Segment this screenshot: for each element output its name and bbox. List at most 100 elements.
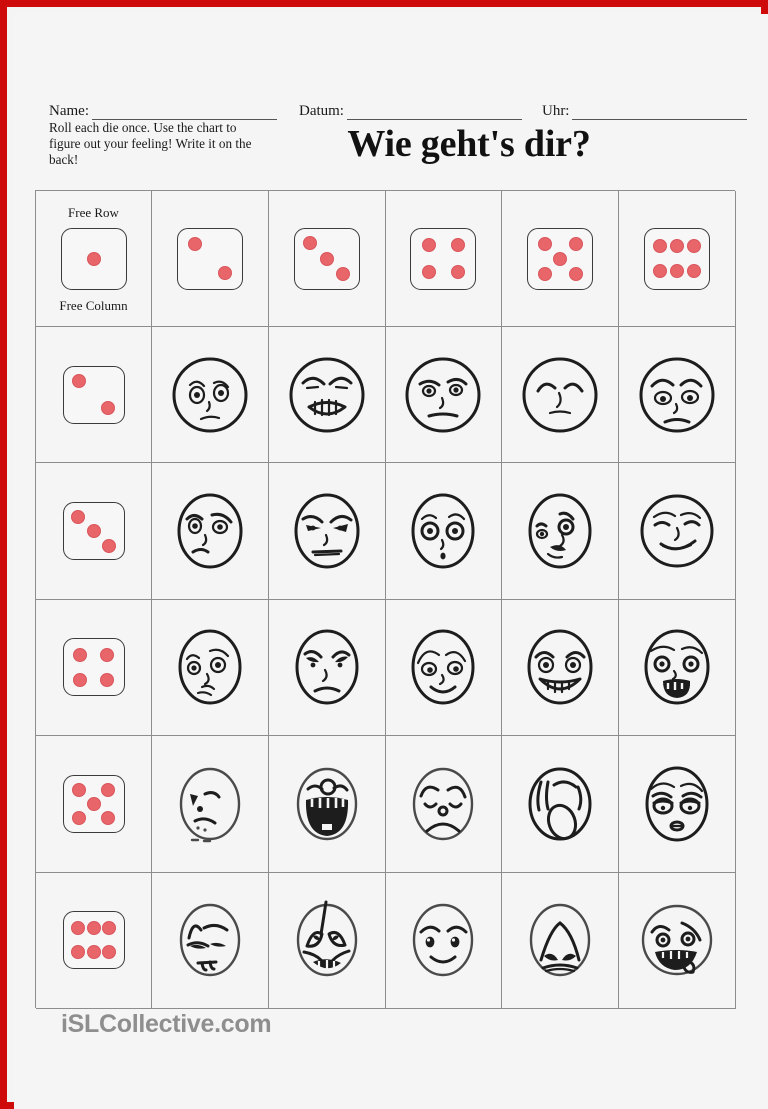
pip	[100, 401, 115, 416]
pip	[450, 265, 465, 280]
pip	[686, 238, 701, 253]
winking-smirk-face	[508, 479, 612, 583]
pip	[653, 238, 668, 253]
face-cell-r1c5	[619, 327, 736, 464]
face-cell-r2c5	[619, 463, 736, 600]
name-blank-line[interactable]	[91, 104, 277, 120]
laughing-wide-open-face	[275, 752, 379, 856]
datum-blank-line[interactable]	[346, 104, 522, 120]
header-fields: Name: Datum: Uhr:	[49, 100, 748, 120]
face-cell-r3c2	[268, 599, 386, 737]
furious-face	[275, 479, 379, 583]
pip	[568, 266, 583, 281]
pip	[653, 264, 668, 279]
die-4	[410, 227, 477, 290]
face-cell-r4c1	[152, 736, 269, 873]
unhappy-face	[275, 615, 379, 719]
datum-label: Datum:	[298, 103, 344, 119]
dice-emotion-chart: Free Row Free Column	[35, 190, 736, 1009]
free-row-label: Free Row	[68, 204, 119, 220]
pip	[72, 782, 87, 797]
face-cell-r1c2	[268, 327, 386, 464]
happy-face	[391, 888, 495, 992]
grinning-face	[508, 615, 612, 719]
face-cell-r1c4	[502, 327, 620, 464]
relieved-face	[508, 343, 612, 447]
die-5	[62, 774, 125, 833]
worksheet-page: Name: Datum: Uhr: Roll each die once. Us…	[0, 0, 768, 1109]
pip	[86, 524, 101, 539]
row-die-cell-3	[36, 463, 152, 600]
shocked-open-mouth-face	[625, 615, 729, 719]
face-cell-r4c2	[268, 736, 386, 873]
die-2	[176, 227, 243, 290]
pip	[102, 921, 117, 936]
face-cell-r5c5	[619, 872, 736, 1009]
pip	[187, 237, 202, 252]
pip	[568, 236, 583, 251]
pip	[86, 796, 101, 811]
header-die-cell-5	[502, 191, 620, 327]
pip	[100, 782, 115, 797]
crying-face	[275, 888, 379, 992]
uhr-blank-line[interactable]	[572, 104, 748, 120]
chart-corner-cell: Free Row Free Column	[36, 191, 152, 327]
pip	[670, 238, 685, 253]
sleepy-face	[625, 752, 729, 856]
face-cell-r1c3	[385, 327, 503, 464]
surprised-face	[391, 479, 495, 583]
pip	[72, 810, 87, 825]
uhr-field[interactable]: Uhr:	[542, 104, 748, 120]
pip	[553, 251, 568, 266]
name-label: Name:	[49, 103, 89, 119]
face-cell-r2c4	[502, 463, 620, 600]
pip	[422, 237, 437, 252]
yawning-face	[508, 752, 612, 856]
face-cell-r4c5	[619, 736, 736, 873]
sad-frown-face	[391, 752, 495, 856]
name-field[interactable]: Name:	[49, 104, 277, 120]
die-6	[62, 911, 125, 970]
pip	[319, 251, 334, 266]
header-die-cell-4	[385, 191, 503, 327]
face-cell-r5c2	[268, 872, 386, 1009]
face-cell-r2c3	[385, 463, 503, 600]
face-cell-r4c4	[502, 736, 620, 873]
pip	[450, 237, 465, 252]
sad-worried-face	[158, 343, 262, 447]
pip	[70, 921, 85, 936]
instructions-text: Roll each die once. Use the chart to fig…	[49, 120, 252, 167]
pip	[102, 538, 117, 553]
face-cell-r1c1	[152, 327, 269, 464]
page-title: Wie geht's dir?	[347, 123, 591, 165]
pip	[670, 264, 685, 279]
pip	[99, 673, 114, 688]
die-4	[62, 638, 125, 697]
pip	[86, 921, 101, 936]
die-6	[644, 227, 711, 290]
disgusted-face	[158, 752, 262, 856]
die-2	[62, 365, 125, 424]
row-die-cell-6	[36, 872, 152, 1009]
pip	[86, 945, 101, 959]
face-cell-r5c3	[385, 872, 503, 1009]
pip	[86, 251, 101, 266]
header-die-cell-3	[268, 191, 386, 327]
die-1	[60, 227, 127, 290]
pip	[537, 266, 552, 281]
datum-field[interactable]: Datum:	[299, 104, 522, 120]
upset-face	[158, 888, 262, 992]
tired-sad-face	[625, 343, 729, 447]
face-cell-r5c4	[502, 872, 620, 1009]
mischievous-tongue-face	[625, 888, 729, 992]
pip	[99, 647, 114, 662]
pip	[70, 945, 85, 959]
header-die-cell-2	[152, 191, 269, 327]
islcollective-watermark: iSLCollective.com	[61, 1010, 272, 1038]
face-cell-r3c3	[385, 599, 503, 737]
face-cell-r2c1	[152, 463, 269, 600]
annoyed-face	[391, 343, 495, 447]
uhr-label: Uhr:	[541, 103, 570, 119]
pip	[72, 374, 87, 389]
free-column-label: Free Column	[59, 297, 128, 313]
